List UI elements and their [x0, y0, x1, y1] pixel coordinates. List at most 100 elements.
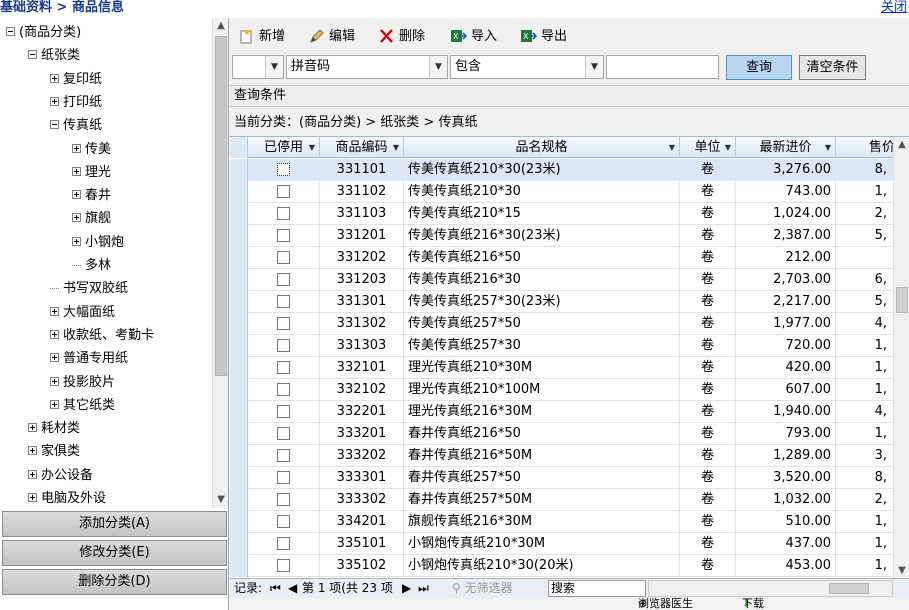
edit-button[interactable]: 编辑 — [308, 26, 355, 48]
table-row[interactable]: 335102 小钢炮传真纸210*30(20米) 卷 453.00 1, — [230, 555, 909, 577]
grid-scrollbar[interactable]: ▲ ▼ — [893, 137, 909, 578]
table-row[interactable]: 333202 春井传真纸216*50M 卷 1,289.00 3, — [230, 445, 909, 467]
row-indicator[interactable] — [230, 159, 248, 181]
row-indicator[interactable] — [230, 357, 248, 379]
expand-icon[interactable] — [72, 166, 81, 176]
header-disabled[interactable]: 已停用 ▼ — [248, 137, 320, 158]
table-row[interactable]: 331301 传美传真纸257*30(23米) 卷 2,217.00 5, — [230, 291, 909, 313]
new-button[interactable]: 新增 — [238, 26, 285, 48]
delete-button[interactable]: 删除 — [378, 26, 425, 48]
header-unit[interactable]: 单位 ▼ — [680, 137, 736, 158]
chevron-down-icon[interactable]: ▼ — [585, 56, 603, 78]
row-indicator[interactable] — [230, 401, 248, 423]
tree-node[interactable]: 办公设备 — [28, 464, 93, 487]
disabled-checkbox[interactable] — [277, 537, 290, 550]
row-indicator[interactable] — [230, 511, 248, 533]
expand-icon[interactable] — [28, 469, 37, 479]
chevron-down-icon[interactable]: ▼ — [265, 56, 283, 78]
scroll-up-icon[interactable]: ▲ — [894, 137, 909, 153]
close-link[interactable]: 关闭 — [881, 0, 907, 16]
table-row[interactable]: 332201 理光传真纸216*30M 卷 1,940.00 4, — [230, 401, 909, 423]
row-indicator[interactable] — [230, 445, 248, 467]
disabled-checkbox[interactable] — [277, 185, 290, 198]
disabled-checkbox[interactable] — [277, 559, 290, 572]
tree-node[interactable]: 大幅面纸 — [50, 301, 115, 324]
operator-select[interactable]: 包含 ▼ — [450, 55, 604, 79]
expand-icon[interactable] — [50, 376, 59, 386]
grid-scroll-thumb[interactable] — [896, 287, 908, 313]
table-row[interactable]: 335101 小钢炮传真纸210*30M 卷 437.00 1, — [230, 533, 909, 555]
table-row[interactable]: 331103 传美传真纸210*15 卷 1,024.00 2, — [230, 203, 909, 225]
expand-icon[interactable] — [50, 96, 59, 106]
table-row[interactable]: 331302 传美传真纸257*50 卷 1,977.00 4, — [230, 313, 909, 335]
header-code[interactable]: 商品编码 ▼ — [320, 137, 404, 158]
row-indicator[interactable] — [230, 225, 248, 247]
scroll-down-icon[interactable]: ▼ — [213, 492, 229, 508]
navigator-search-input[interactable]: 搜索 — [548, 580, 646, 597]
row-indicator[interactable] — [230, 247, 248, 269]
row-indicator[interactable] — [230, 379, 248, 401]
tree-node[interactable]: 小钢炮 — [72, 231, 124, 254]
row-indicator[interactable] — [230, 423, 248, 445]
tree-node[interactable]: 打印纸 — [50, 91, 102, 114]
delete-category-button[interactable]: 删除分类(D) — [2, 569, 227, 595]
header-name[interactable]: 品名规格 ▼ — [404, 137, 680, 158]
disabled-checkbox[interactable] — [277, 383, 290, 396]
expand-icon[interactable] — [50, 73, 59, 83]
add-category-button[interactable]: 添加分类(A) — [2, 511, 227, 537]
tree-node[interactable]: 理光 — [72, 161, 111, 184]
expand-icon[interactable] — [50, 329, 59, 339]
tree-node[interactable]: 多林 — [72, 254, 111, 277]
expand-icon[interactable] — [72, 143, 81, 153]
expand-icon[interactable] — [28, 423, 37, 433]
expand-icon[interactable] — [72, 213, 81, 223]
row-indicator[interactable] — [230, 533, 248, 555]
query-button[interactable]: 查询 — [726, 55, 792, 80]
expand-icon[interactable] — [50, 353, 59, 363]
disabled-checkbox[interactable] — [277, 339, 290, 352]
tree-scroll-thumb[interactable] — [215, 36, 227, 376]
expand-icon[interactable] — [72, 190, 81, 200]
no-filter-button[interactable]: ⚲ 无筛选器 — [452, 579, 513, 598]
collapse-icon[interactable] — [28, 50, 37, 60]
disabled-checkbox[interactable] — [277, 251, 290, 264]
tree-node[interactable]: 春井 — [72, 184, 111, 207]
clear-conditions-button[interactable]: 清空条件 — [799, 55, 866, 80]
tree-node[interactable]: 耗材类 — [28, 417, 80, 440]
disabled-checkbox[interactable] — [277, 361, 290, 374]
disabled-checkbox[interactable] — [277, 317, 290, 330]
table-row[interactable]: 331201 传美传真纸216*30(23米) 卷 2,387.00 5, — [230, 225, 909, 247]
disabled-checkbox[interactable] — [277, 449, 290, 462]
grid-hscrollbar[interactable] — [648, 580, 893, 597]
disabled-checkbox[interactable] — [277, 163, 290, 176]
table-row[interactable]: 333301 春井传真纸257*50 卷 3,520.00 8, — [230, 467, 909, 489]
scroll-down-icon[interactable]: ▼ — [894, 563, 909, 578]
table-row[interactable]: 332101 理光传真纸210*30M 卷 420.00 1, — [230, 357, 909, 379]
tree-node[interactable]: 普通专用纸 — [50, 347, 128, 370]
expand-icon[interactable] — [50, 306, 59, 316]
disabled-checkbox[interactable] — [277, 405, 290, 418]
disabled-checkbox[interactable] — [277, 493, 290, 506]
last-record-icon[interactable]: ⏭ — [418, 579, 429, 598]
row-indicator[interactable] — [230, 555, 248, 577]
export-button[interactable]: X 导出 — [520, 26, 567, 48]
collapse-icon[interactable] — [6, 27, 15, 36]
expand-icon[interactable] — [72, 236, 81, 246]
row-indicator[interactable] — [230, 313, 248, 335]
table-row[interactable]: 331303 传美传真纸257*30 卷 720.00 1, — [230, 335, 909, 357]
row-indicator[interactable] — [230, 291, 248, 313]
tree-node[interactable]: 复印纸 — [50, 68, 102, 91]
first-record-icon[interactable]: ⏮ — [270, 579, 281, 598]
table-row[interactable]: 331102 传美传真纸210*30 卷 743.00 1, — [230, 181, 909, 203]
disabled-checkbox[interactable] — [277, 229, 290, 242]
scroll-up-icon[interactable]: ▲ — [213, 18, 229, 34]
row-indicator[interactable] — [230, 181, 248, 203]
row-indicator[interactable] — [230, 269, 248, 291]
header-last-price[interactable]: 最新进价 ▼ — [736, 137, 836, 158]
prev-record-icon[interactable]: ◀ — [288, 579, 297, 598]
chevron-down-icon[interactable]: ▼ — [429, 56, 447, 78]
disabled-checkbox[interactable] — [277, 471, 290, 484]
expand-icon[interactable] — [28, 493, 37, 502]
tree-node[interactable]: 家俱类 — [28, 440, 80, 463]
disabled-checkbox[interactable] — [277, 515, 290, 528]
